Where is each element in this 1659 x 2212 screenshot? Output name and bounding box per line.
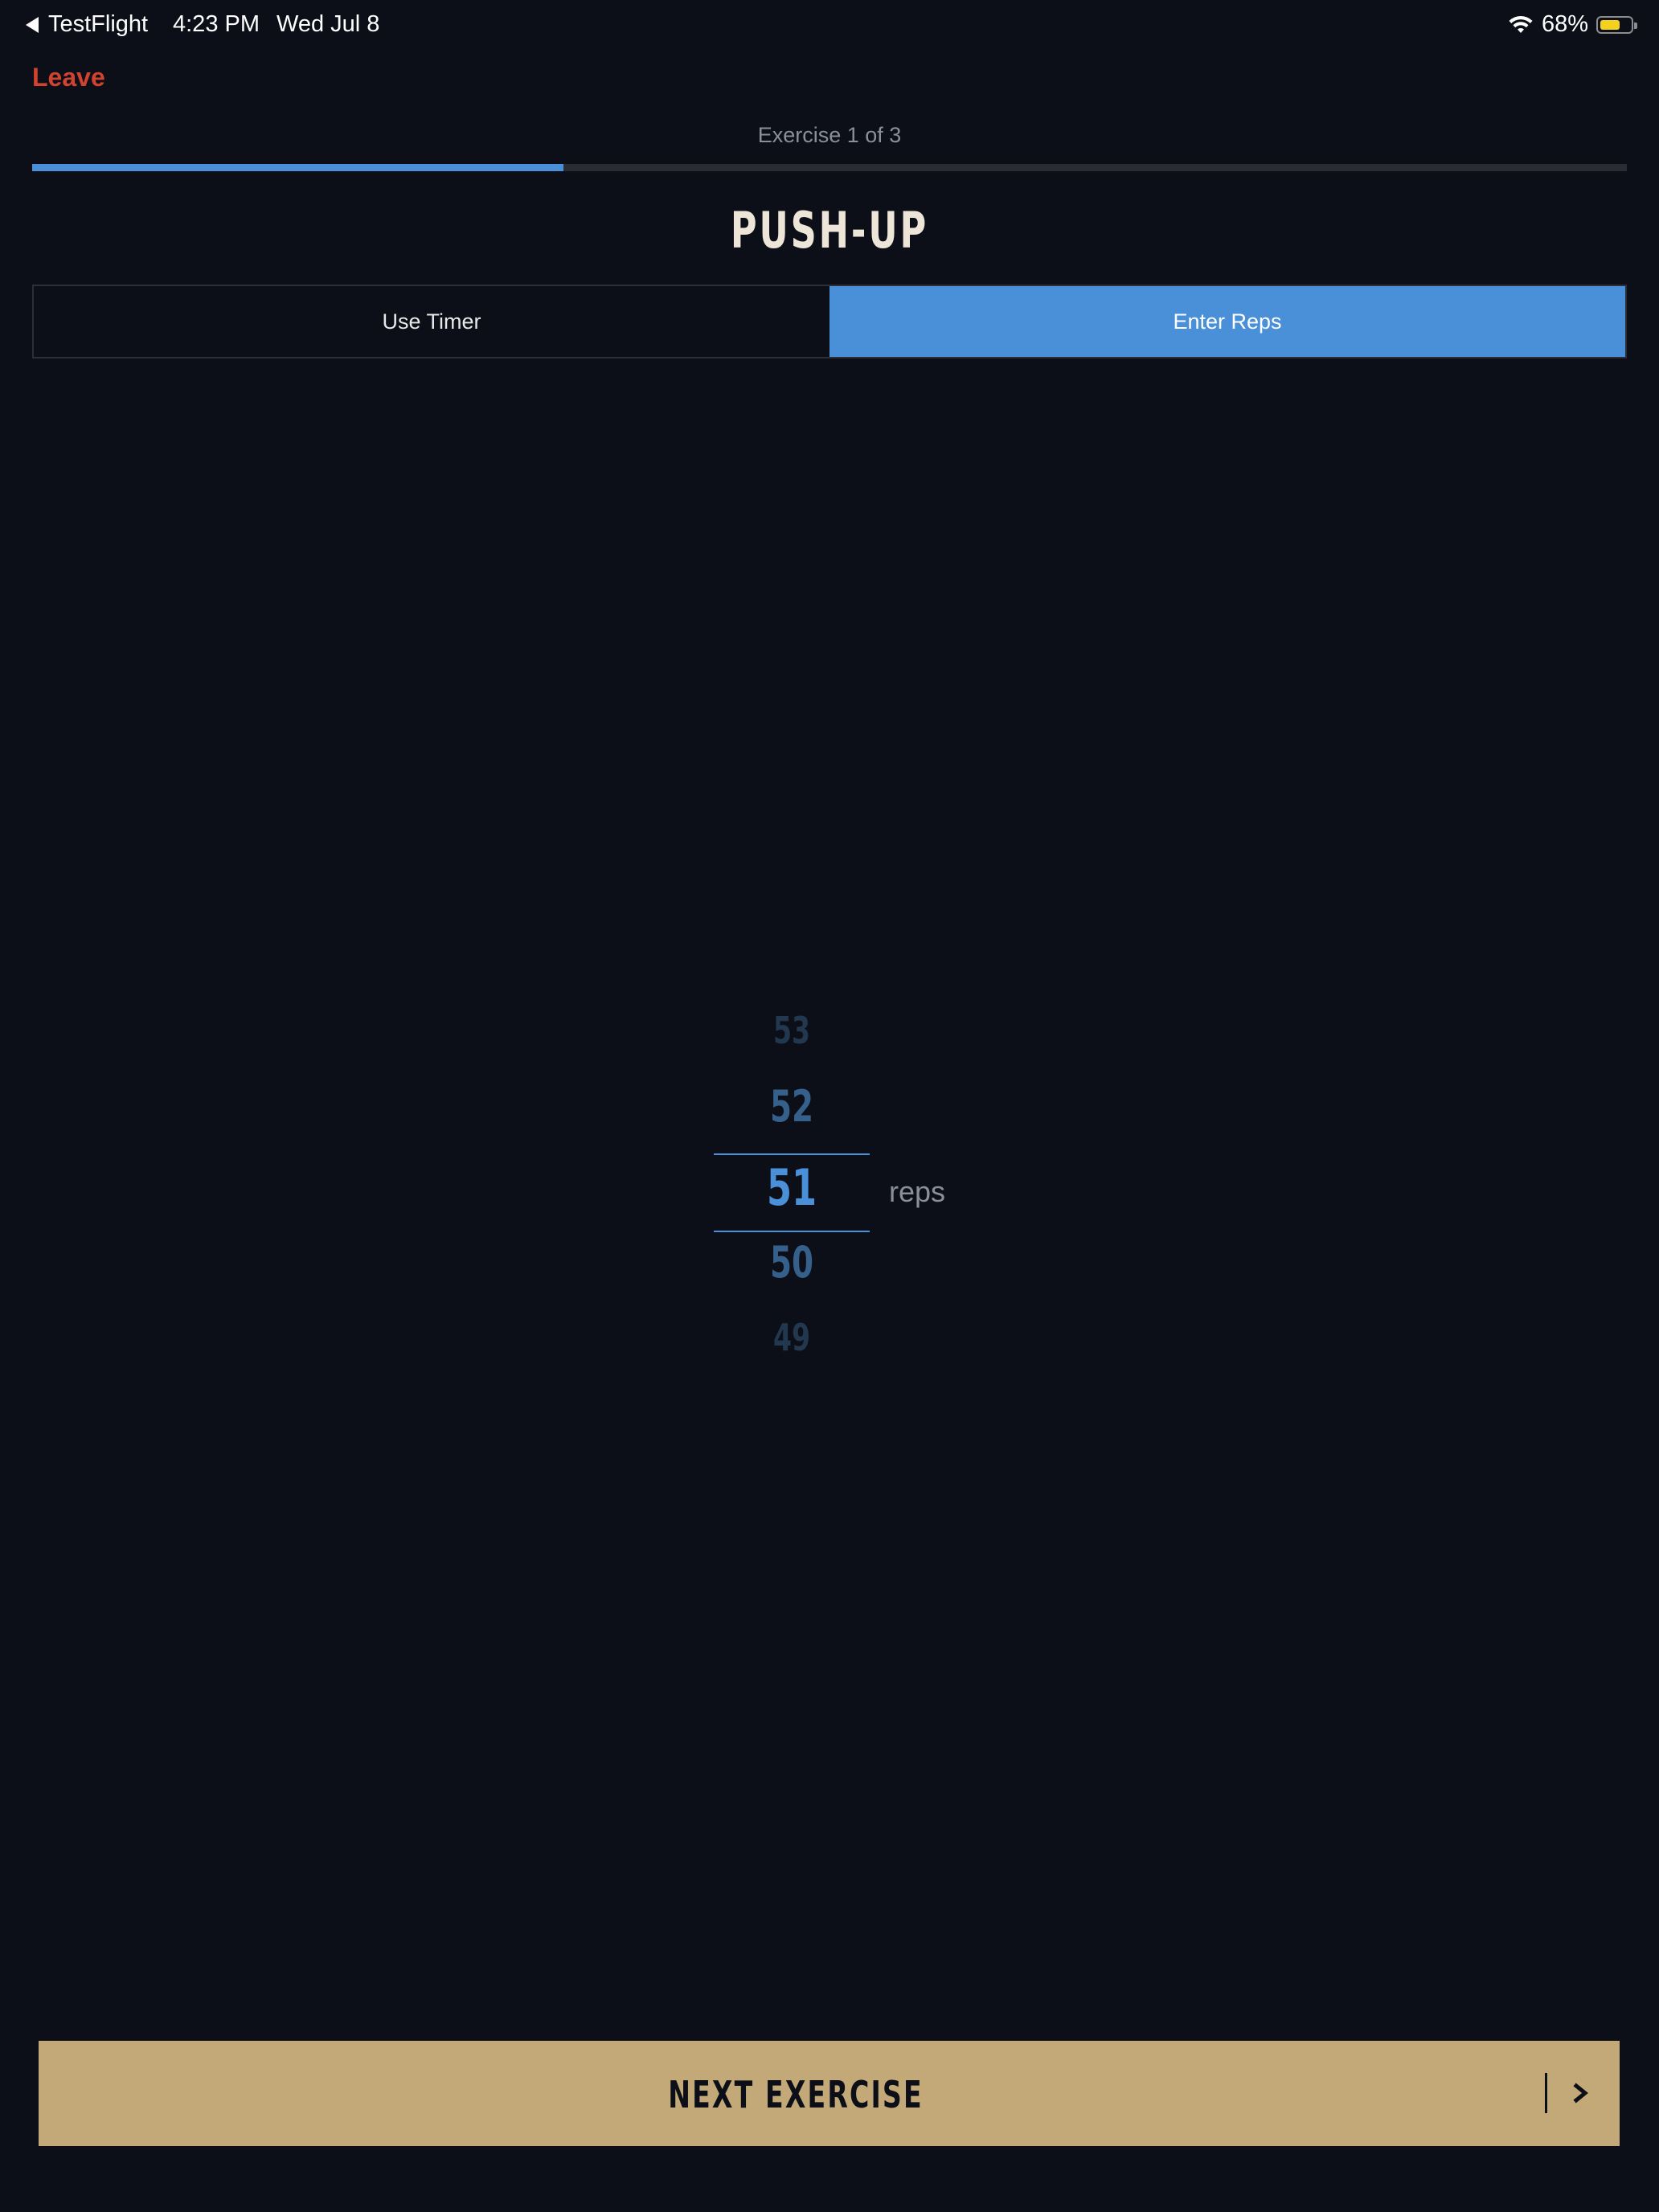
status-bar: TestFlight 4:23 PM Wed Jul 8 68% [0,8,1659,43]
picker-option[interactable]: 52 [735,1081,848,1132]
exercise-title: PUSH-UP [730,201,929,260]
button-divider [1545,2073,1547,2113]
picker-option[interactable]: 53 [735,1009,848,1052]
chevron-right-icon [1573,2083,1588,2103]
battery-level-fill [1600,19,1620,30]
status-date: Wed Jul 8 [276,11,380,37]
exercise-counter: Exercise 1 of 3 [757,123,902,147]
picker-selection-bottom-line [714,1231,870,1232]
leave-button[interactable]: Leave [32,63,105,92]
use-timer-tab[interactable]: Use Timer [34,286,830,357]
picker-option[interactable]: 49 [735,1316,848,1359]
picker-option[interactable]: 50 [735,1237,848,1288]
reps-unit-label: reps [889,1175,946,1208]
battery-icon [1596,15,1637,34]
progress-bar [32,164,1627,171]
next-exercise-button[interactable]: NEXT EXERCISE [39,2041,1620,2146]
picker-selection-top-line [714,1153,870,1155]
wifi-icon [1509,15,1533,33]
mode-segmented-control: Use Timer Enter Reps [32,285,1627,358]
back-arrow-icon [26,16,39,33]
battery-nub [1634,22,1637,29]
back-app-label: TestFlight [48,11,149,37]
battery-percent: 68% [1541,11,1588,37]
status-time: 4:23 PM [173,11,260,37]
status-right: 68% [1508,11,1637,38]
progress-fill [32,164,563,171]
back-to-app[interactable]: TestFlight [26,11,148,38]
picker-selected-value[interactable]: 51 [735,1158,848,1217]
next-exercise-label: NEXT EXERCISE [668,2073,924,2116]
enter-reps-tab[interactable]: Enter Reps [830,286,1625,357]
